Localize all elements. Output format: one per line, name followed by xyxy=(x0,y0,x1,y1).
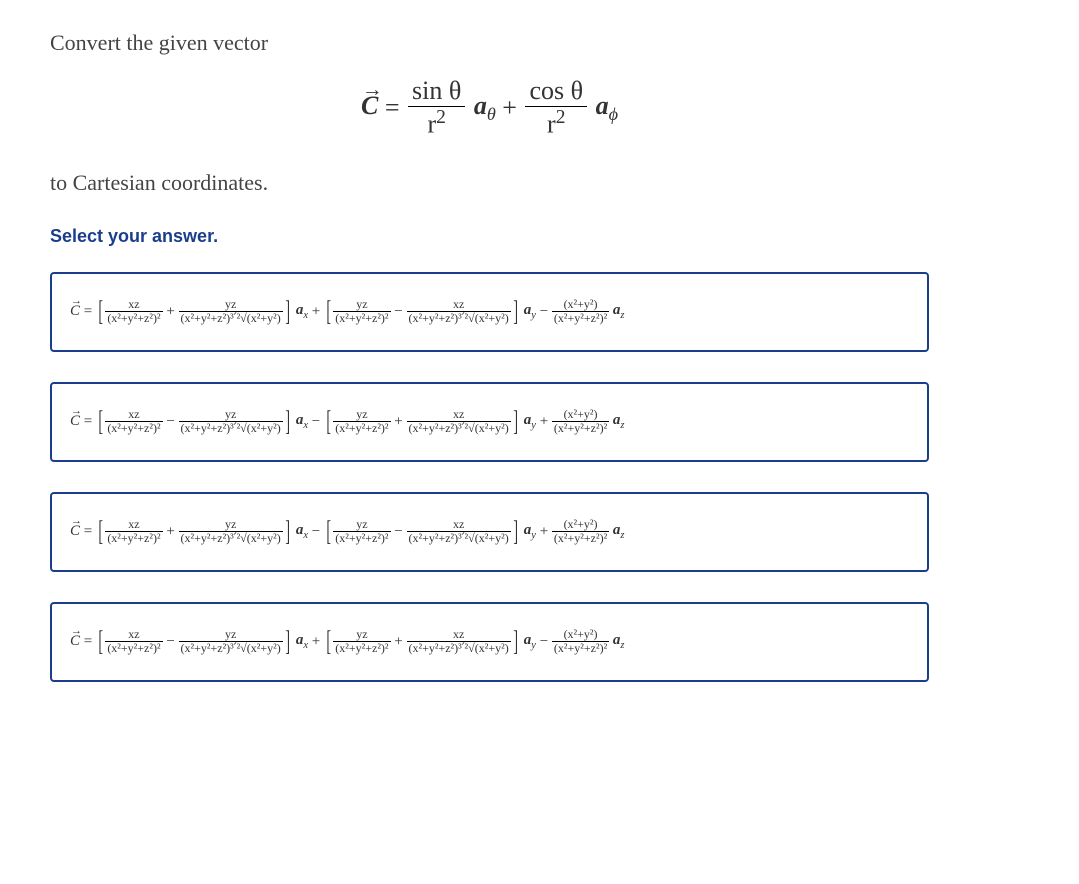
given-vector-equation: →C = sin θ r2 aθ + cos θ r2 aϕ xyxy=(50,76,929,140)
prompt-text-post: to Cartesian coordinates. xyxy=(50,170,929,196)
answer-option-3[interactable]: →C = [xz(x²+y²+z²)² + yz(x²+y²+z²)³՛²√(x… xyxy=(50,492,929,572)
answer-option-2[interactable]: →C = [xz(x²+y²+z²)² − yz(x²+y²+z²)³՛²√(x… xyxy=(50,382,929,462)
instruction-text: Select your answer. xyxy=(50,226,929,247)
answer-option-1[interactable]: →C = [xz(x²+y²+z²)² + yz(x²+y²+z²)³՛²√(x… xyxy=(50,272,929,352)
answer-option-4[interactable]: →C = [xz(x²+y²+z²)² − yz(x²+y²+z²)³՛²√(x… xyxy=(50,602,929,682)
prompt-text-pre: Convert the given vector xyxy=(50,30,929,56)
